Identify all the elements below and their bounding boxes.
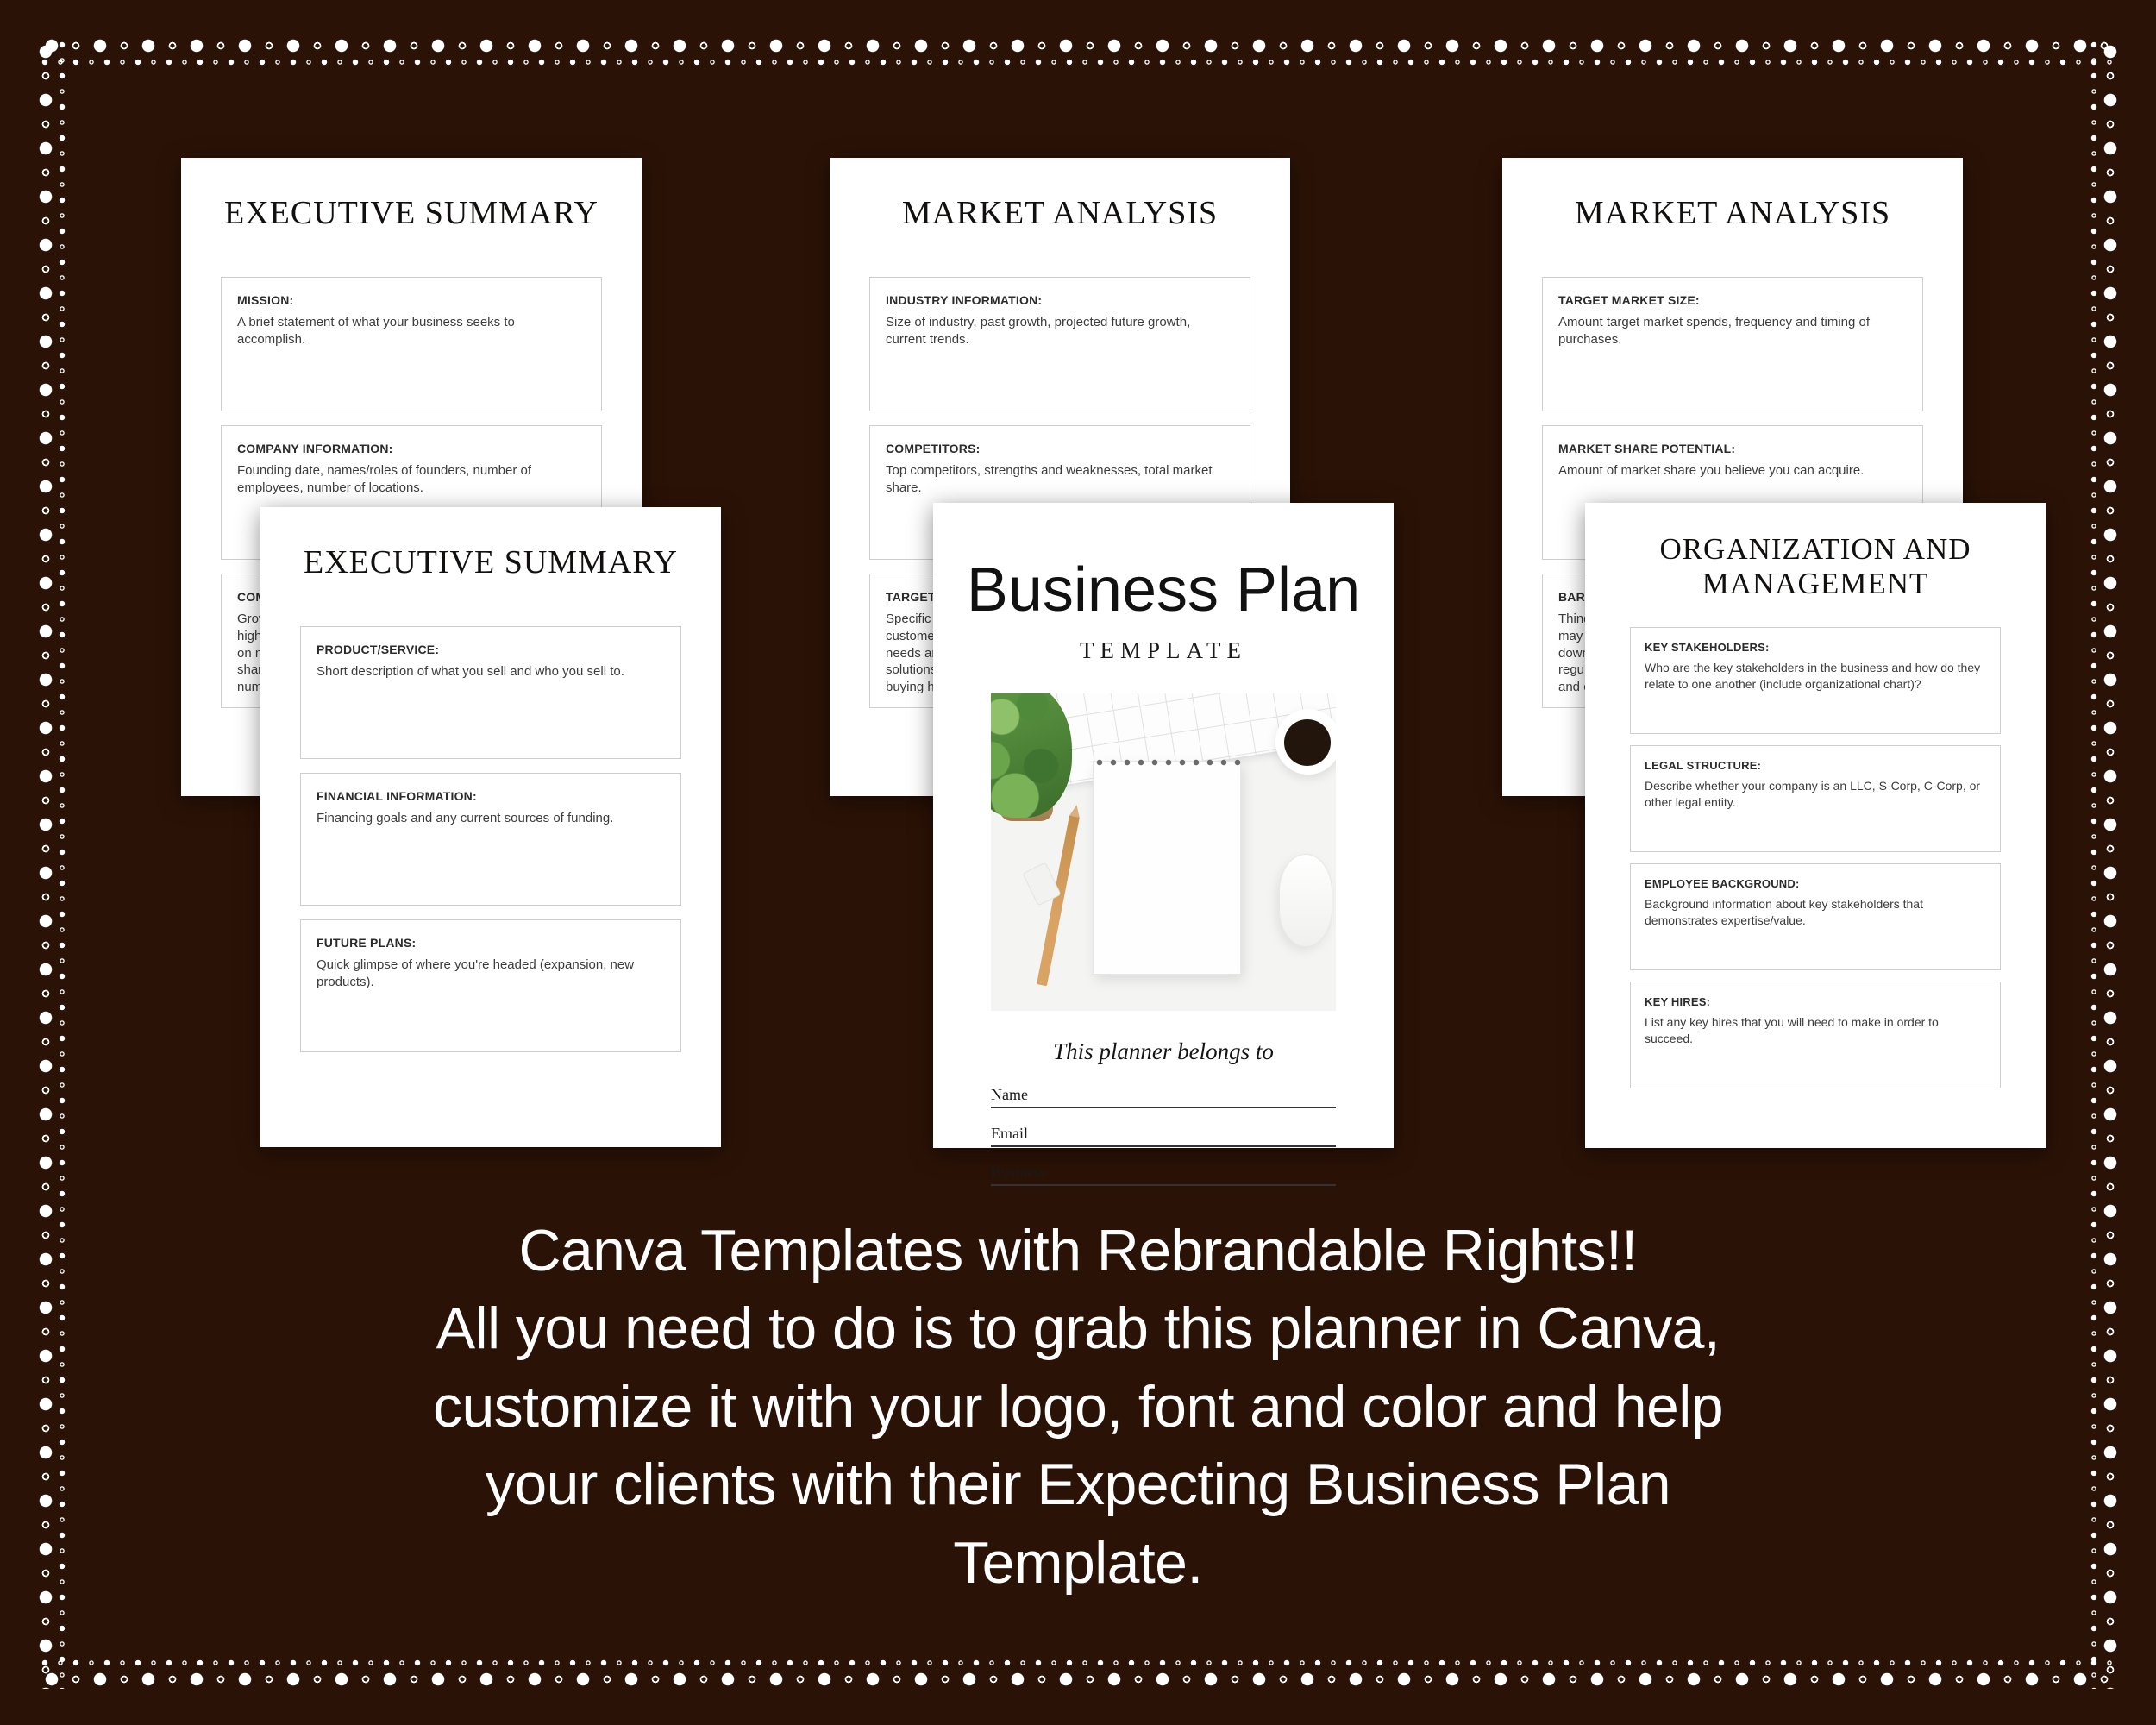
border-top-large-dots — [36, 36, 2120, 55]
caption-line-5: Template. — [953, 1529, 1203, 1596]
field-hint: Financing goals and any current sources … — [317, 811, 614, 825]
field-label: LEGAL STRUCTURE: — [1645, 758, 1762, 772]
notepad-spiral-binding — [1093, 756, 1241, 769]
email-field-label[interactable]: Email — [991, 1125, 1336, 1147]
page-card-executive-summary-front[interactable]: EXECUTIVE SUMMARY PRODUCT/SERVICE: Short… — [260, 507, 721, 1147]
caption-line-4: your clients with their Expecting Busine… — [485, 1452, 1671, 1518]
business-field-label[interactable]: Business — [991, 1164, 1336, 1186]
computer-mouse-illustration — [1279, 854, 1332, 947]
cover-subtitle: TEMPLATE — [1080, 637, 1247, 663]
field-box-key-hires[interactable]: KEY HIRES: List any key hires that you w… — [1630, 981, 2001, 1088]
field-box-industry-information[interactable]: INDUSTRY INFORMATION: Size of industry, … — [869, 277, 1250, 411]
border-right-small-dots — [2089, 36, 2099, 1689]
field-label: PRODUCT/SERVICE: — [317, 643, 440, 656]
page-title: MARKET ANALYSIS — [901, 195, 1219, 231]
belongs-to-heading: This planner belongs to — [1053, 1038, 1274, 1064]
field-box-target-market-size[interactable]: TARGET MARKET SIZE: Amount target market… — [1542, 277, 1923, 411]
field-hint: Short description of what you sell and w… — [317, 664, 624, 679]
page-title: EXECUTIVE SUMMARY — [304, 544, 678, 580]
page-title: EXECUTIVE SUMMARY — [224, 195, 599, 231]
coffee-liquid — [1284, 719, 1331, 766]
field-hint: Top competitors, strengths and weaknesse… — [886, 463, 1213, 495]
field-label: FINANCIAL INFORMATION: — [317, 789, 477, 803]
border-left-small-dots — [57, 36, 67, 1689]
page-title-line-2: MANAGEMENT — [1702, 566, 1929, 600]
border-left-large-dots — [36, 36, 55, 1689]
field-box-employee-background[interactable]: EMPLOYEE BACKGROUND: Background informat… — [1630, 862, 2001, 970]
field-box-legal-structure[interactable]: LEGAL STRUCTURE: Describe whether your c… — [1630, 744, 2001, 852]
border-right-large-dots — [2101, 36, 2120, 1689]
page-title: MARKET ANALYSIS — [1574, 195, 1891, 231]
desk-flatlay-photo — [991, 693, 1336, 1011]
field-hint: List any key hires that you will need to… — [1645, 1014, 1939, 1045]
page-card-cover-business-plan[interactable]: Business Plan TEMPLATE This planner belo… — [933, 503, 1394, 1186]
border-bottom-small-dots — [36, 1658, 2120, 1668]
field-label: MISSION: — [237, 293, 294, 307]
field-hint: Describe whether your company is an LLC,… — [1645, 778, 1981, 809]
field-label: FUTURE PLANS: — [317, 936, 417, 950]
field-hint: Who are the key stakeholders in the busi… — [1645, 660, 1981, 691]
field-hint: Amount target market spends, frequency a… — [1558, 315, 1871, 347]
notepad-illustration — [1093, 761, 1241, 975]
field-box-key-stakeholders[interactable]: KEY STAKEHOLDERS: Who are the key stakeh… — [1630, 626, 2001, 734]
field-box-future-plans[interactable]: FUTURE PLANS: Quick glimpse of where you… — [300, 919, 681, 1052]
field-label: EMPLOYEE BACKGROUND: — [1645, 876, 1800, 890]
field-label: MARKET SHARE POTENTIAL: — [1558, 442, 1736, 455]
field-hint: Founding date, names/roles of founders, … — [237, 463, 532, 495]
page-card-organization-and-management[interactable]: ORGANIZATION AND MANAGEMENT KEY STAKEHOL… — [1585, 503, 2046, 1148]
field-hint: A brief statement of what your business … — [237, 315, 515, 347]
field-label: INDUSTRY INFORMATION: — [886, 293, 1043, 307]
field-label: TARGET MARKET SIZE: — [1558, 293, 1700, 307]
plant-illustration — [991, 693, 1072, 818]
field-hint: Size of industry, past growth, projected… — [886, 315, 1191, 347]
field-box-mission[interactable]: MISSION: A brief statement of what your … — [221, 277, 602, 411]
owner-fields: Name Email Business — [991, 1086, 1336, 1186]
caption-line-1: Canva Templates with Rebrandable Rights!… — [518, 1218, 1638, 1283]
caption-line-2: All you need to do is to grab this plann… — [436, 1295, 1720, 1362]
field-label: KEY HIRES: — [1645, 994, 1711, 1008]
field-hint: Quick glimpse of where you're headed (ex… — [317, 957, 635, 989]
field-hint: Amount of market share you believe you c… — [1558, 463, 1865, 478]
caption-line-3: customize it with your logo, font and co… — [433, 1373, 1723, 1440]
field-hint: Background information about key stakeho… — [1645, 896, 1923, 927]
field-box-financial-information[interactable]: FINANCIAL INFORMATION: Financing goals a… — [300, 773, 681, 906]
border-top-small-dots — [36, 57, 2120, 67]
field-label: KEY STAKEHOLDERS: — [1645, 640, 1770, 654]
border-bottom-large-dots — [36, 1670, 2120, 1689]
cover-title: Business Plan — [966, 555, 1361, 624]
name-field-label[interactable]: Name — [991, 1086, 1336, 1108]
promo-caption: Canva Templates with Rebrandable Rights!… — [155, 1212, 2001, 1602]
field-box-product-service[interactable]: PRODUCT/SERVICE: Short description of wh… — [300, 626, 681, 759]
field-label: COMPANY INFORMATION: — [237, 442, 393, 455]
field-label: COMPETITORS: — [886, 442, 981, 455]
page-title-line-1: ORGANIZATION AND — [1659, 532, 1971, 566]
